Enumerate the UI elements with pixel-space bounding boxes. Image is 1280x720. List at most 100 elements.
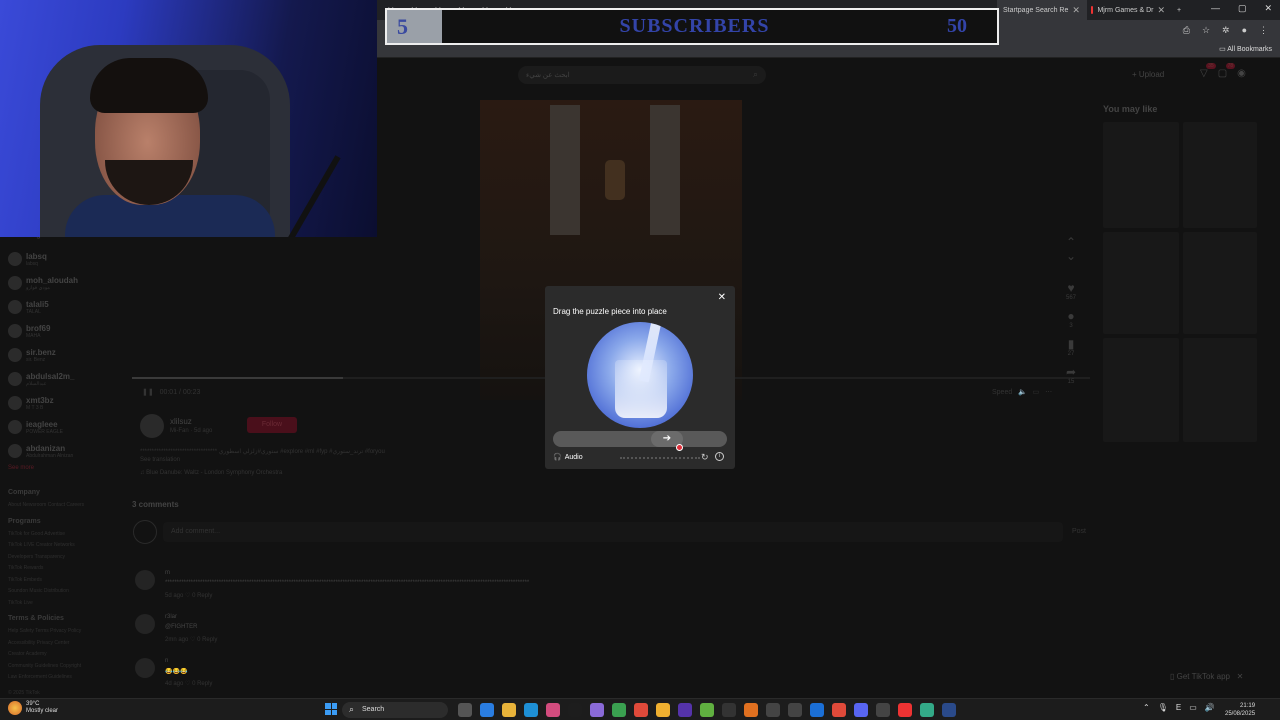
profile-icon[interactable]: ●	[1242, 25, 1247, 36]
sidebar-account[interactable]: brof69 MAHA	[8, 319, 128, 343]
terms-link[interactable]: Law Enforcement Guidelines	[8, 672, 128, 684]
avatar[interactable]	[135, 570, 155, 590]
close-icon[interactable]: ✕	[1237, 672, 1244, 681]
all-bookmarks[interactable]: ▭ All Bookmarks	[1219, 45, 1272, 53]
post-button[interactable]: Post	[1072, 528, 1086, 535]
search-icon[interactable]: ⌕	[753, 69, 758, 80]
terms-link[interactable]: Accessibility Privacy Center	[8, 638, 128, 650]
taskbar-search[interactable]: ⌕ Search	[342, 702, 448, 718]
see-translation-link[interactable]: See translation	[140, 457, 180, 463]
follow-button[interactable]: Follow	[247, 417, 297, 433]
monitor-icon[interactable]: ▭	[1189, 703, 1197, 712]
chrome-icon[interactable]	[634, 703, 648, 717]
see-more-link[interactable]: See more	[8, 465, 128, 471]
mic-icon[interactable]: 🎙	[1158, 703, 1168, 712]
premiere-icon[interactable]	[568, 703, 582, 717]
comment-author[interactable]: m	[165, 570, 170, 576]
app-icon[interactable]	[766, 703, 780, 717]
program-link[interactable]: TikTok Live	[8, 598, 128, 610]
profile-avatar[interactable]: ◉	[1237, 68, 1246, 79]
close-icon[interactable]: ✕	[1157, 5, 1165, 16]
recommended-thumbnail[interactable]	[1183, 232, 1257, 334]
upload-button[interactable]: + Upload	[1132, 70, 1164, 79]
program-link[interactable]: Developers Transparency	[8, 552, 128, 564]
terms-link[interactable]: Community Guidelines Copyright	[8, 661, 128, 673]
author-name[interactable]: xlilsuz	[170, 417, 192, 426]
messages-icon[interactable]: ▢ 78	[1218, 63, 1236, 79]
weather-widget[interactable]: 39°C Mostly clear	[8, 701, 58, 715]
avatar[interactable]	[135, 614, 155, 634]
chrome-icon[interactable]	[832, 703, 846, 717]
program-link[interactable]: TikTok for Good Advertise	[8, 529, 128, 541]
search-input[interactable]: ابحث عن شيء ⌕	[518, 66, 766, 84]
file-explorer-icon[interactable]	[502, 703, 516, 717]
app-icon[interactable]	[744, 703, 758, 717]
windows-start-icon[interactable]	[325, 703, 337, 715]
app-icon[interactable]	[722, 703, 736, 717]
share-icon[interactable]: ➦	[1066, 365, 1076, 379]
comment-author[interactable]: r3lar	[165, 614, 177, 620]
refresh-icon[interactable]: ↻	[701, 452, 709, 463]
taskbar-clock[interactable]: 21:19 25/08/2025	[1225, 702, 1255, 718]
terms-links[interactable]: Help Safety Terms Privacy Policy Accessi…	[8, 626, 128, 684]
steam-icon[interactable]	[942, 703, 956, 717]
minecraft-icon[interactable]	[612, 703, 626, 717]
comment-meta[interactable]: 5d ago ♡ 0 Reply	[165, 592, 212, 599]
bookmark-icon[interactable]: ▮	[1068, 337, 1075, 351]
avatar[interactable]	[140, 414, 164, 438]
programs-links[interactable]: TikTok for Good Advertise TikTok LIVE Cr…	[8, 529, 128, 610]
menu-icon[interactable]: ⋮	[1259, 25, 1268, 36]
app-icon[interactable]	[876, 703, 890, 717]
chevron-down-icon[interactable]: ⌄	[1066, 249, 1076, 263]
new-tab-button[interactable]: +	[1171, 0, 1187, 20]
program-link[interactable]: TikTok Embeds	[8, 575, 128, 587]
app-icon[interactable]	[700, 703, 714, 717]
browser-tab-active[interactable]: Startpage Search Re ✕	[997, 0, 1087, 20]
program-link[interactable]: Soundon Music Distribution	[8, 586, 128, 598]
chevron-up-icon[interactable]: ⌃	[1066, 235, 1076, 249]
close-icon[interactable]: ✕	[718, 292, 726, 303]
comment-author[interactable]: n	[165, 658, 168, 664]
captcha-slider-track[interactable]	[553, 431, 727, 447]
browser-tab[interactable]: Mjrm Games & Dr ✕	[1085, 0, 1171, 20]
info-icon[interactable]: i	[715, 452, 724, 461]
app-icon[interactable]	[788, 703, 802, 717]
inbox-icon[interactable]: ▽ 35	[1200, 63, 1216, 79]
close-icon[interactable]: ✕	[1072, 5, 1080, 16]
recommended-thumbnail[interactable]	[1103, 338, 1179, 442]
audio-button[interactable]: 🎧 Audio	[553, 453, 583, 462]
copilot-icon[interactable]	[480, 703, 494, 717]
speed-control[interactable]: Speed 🔈 ▭ ⋯	[992, 388, 1052, 396]
pip-icon[interactable]: ▭	[1033, 389, 1040, 396]
company-links[interactable]: About Newsroom Contact Careers	[8, 500, 128, 512]
avatar[interactable]	[135, 658, 155, 678]
recommended-thumbnail[interactable]	[1103, 232, 1179, 334]
edge-icon[interactable]	[524, 703, 538, 717]
task-view-icon[interactable]	[458, 703, 472, 717]
app-icon[interactable]	[920, 703, 934, 717]
sidebar-account[interactable]: abdulsal2m_ عبدالسلام	[8, 367, 128, 391]
volume-icon[interactable]: 🔈	[1018, 389, 1027, 396]
sidebar-account[interactable]: xmt3bz M T 3 B	[8, 391, 128, 415]
app-icon[interactable]	[590, 703, 604, 717]
recommended-thumbnail[interactable]	[1183, 122, 1257, 228]
language-icon[interactable]: E	[1176, 703, 1181, 712]
close-icon[interactable]: ✕	[1264, 3, 1272, 14]
recommended-thumbnail[interactable]	[1103, 122, 1179, 228]
sidebar-account[interactable]: moh_aloudah مودي فوازو	[8, 271, 128, 295]
comment-meta[interactable]: 4d ago ♡ 0 Reply	[165, 680, 212, 687]
comment-icon[interactable]: ●	[1067, 309, 1074, 323]
extensions-icon[interactable]: ✲	[1222, 25, 1230, 36]
sidebar-account[interactable]: abdanizan Abdulrahman Alnizan	[8, 439, 128, 463]
discord-icon[interactable]	[854, 703, 868, 717]
comment-input[interactable]: Add comment...	[163, 522, 1063, 542]
sidebar-account[interactable]: labsq labsq	[8, 247, 128, 271]
music-link[interactable]: ♫ Blue Danube: Waltz - London Symphony O…	[140, 470, 282, 476]
sidebar-account[interactable]: sir.benz sir. Benz	[8, 343, 128, 367]
program-link[interactable]: TikTok Rewards	[8, 563, 128, 575]
sidebar-account[interactable]: talali5 TALAL	[8, 295, 128, 319]
minimize-icon[interactable]: —	[1211, 3, 1220, 14]
play-controls[interactable]: ❚❚ 00:01 / 00:23	[142, 388, 200, 396]
more-icon[interactable]: ⋯	[1045, 389, 1052, 396]
volume-icon[interactable]: 🔊	[1205, 703, 1215, 712]
